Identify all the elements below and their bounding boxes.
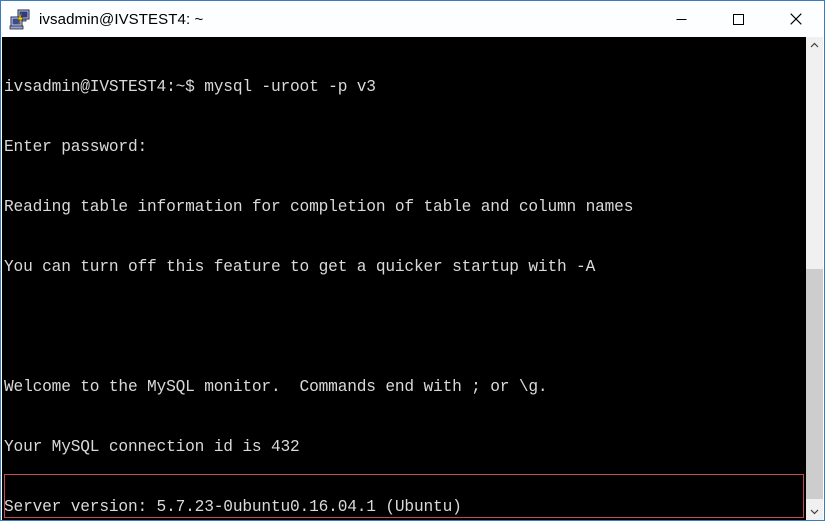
terminal-text: ivsadmin@IVSTEST4:~$ mysql -uroot -p v3 … xyxy=(4,37,808,520)
terminal-line: Reading table information for completion… xyxy=(4,198,634,216)
terminal-line: You can turn off this feature to get a q… xyxy=(4,258,596,276)
chevron-up-icon xyxy=(810,42,819,48)
terminal-line: Enter password: xyxy=(4,138,148,156)
chevron-down-icon xyxy=(810,509,819,515)
title-bar[interactable]: ivsadmin@IVSTEST4: ~ xyxy=(1,1,824,38)
scroll-up-button[interactable] xyxy=(806,37,823,54)
terminal-line: Welcome to the MySQL monitor. Commands e… xyxy=(4,378,548,396)
vertical-scrollbar[interactable] xyxy=(806,37,823,520)
terminal-line: Your MySQL connection id is 432 xyxy=(4,438,300,456)
terminal-line: ivsadmin@IVSTEST4:~$ mysql -uroot -p v3 xyxy=(4,78,376,96)
terminal-line: Server version: 5.7.23-0ubuntu0.16.04.1 … xyxy=(4,498,462,516)
scroll-down-button[interactable] xyxy=(806,503,823,520)
putty-icon xyxy=(9,8,31,30)
scrollbar-thumb[interactable] xyxy=(806,269,823,499)
putty-terminal-window: ivsadmin@IVSTEST4: ~ ivsadmin@IVSTEST4:~… xyxy=(0,0,825,521)
window-title: ivsadmin@IVSTEST4: ~ xyxy=(39,10,204,28)
maximize-button[interactable] xyxy=(710,1,767,37)
window-controls xyxy=(653,1,824,37)
minimize-button[interactable] xyxy=(653,1,710,37)
close-button[interactable] xyxy=(767,1,824,37)
scrollbar-track[interactable] xyxy=(806,54,823,503)
terminal-output-area[interactable]: ivsadmin@IVSTEST4:~$ mysql -uroot -p v3 … xyxy=(2,37,808,520)
